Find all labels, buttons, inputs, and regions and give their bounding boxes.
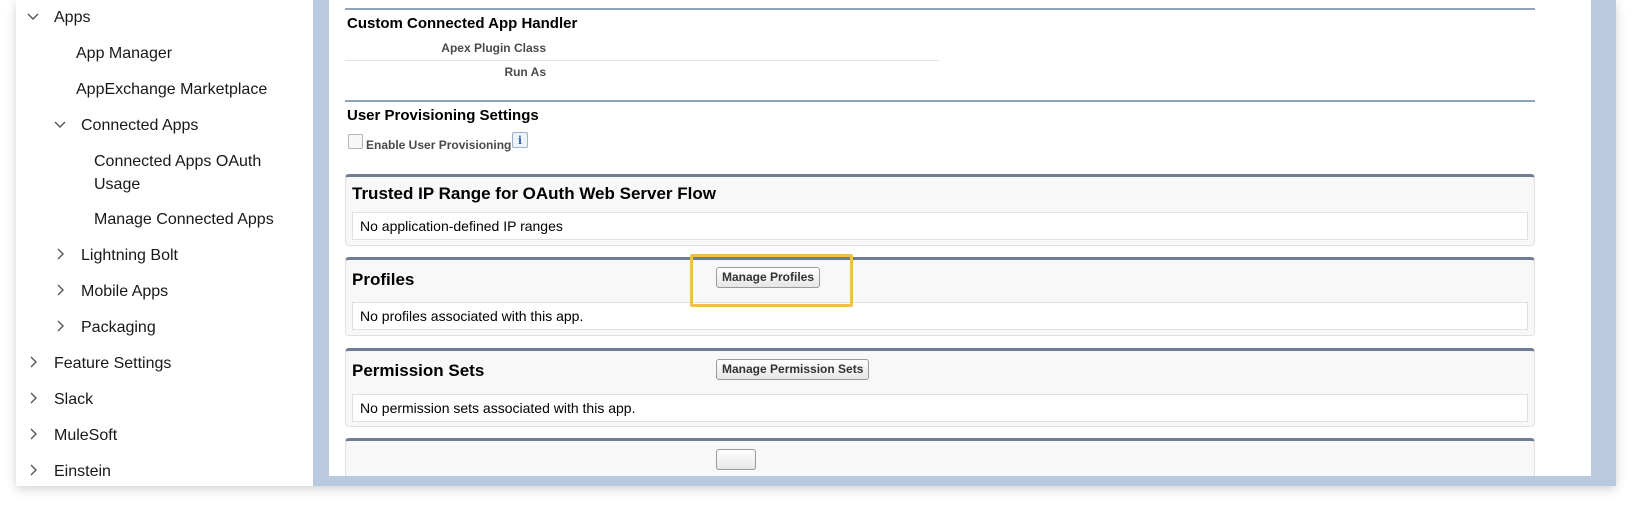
sidebar-item-label: Slack xyxy=(54,391,94,408)
sidebar-item-feature-settings[interactable]: Feature Settings xyxy=(26,352,171,382)
sidebar-item-lightning-bolt[interactable]: Lightning Bolt xyxy=(53,244,178,274)
sidebar-item-appexchange-marketplace[interactable]: AppExchange Marketplace xyxy=(76,78,267,108)
next-section-button[interactable] xyxy=(716,449,756,470)
manage-permission-sets-button[interactable]: Manage Permission Sets xyxy=(716,359,870,380)
run-as-label: Run As xyxy=(504,65,546,79)
profiles-title: Profiles xyxy=(352,270,415,289)
info-icon[interactable]: i xyxy=(512,132,528,148)
permission-sets-title: Permission Sets xyxy=(352,361,485,380)
chevron-right-icon[interactable] xyxy=(26,391,40,405)
sidebar-item-label: Connected Apps OAuth Usage xyxy=(94,153,262,193)
next-section-panel xyxy=(345,438,1535,476)
handler-section-title: Custom Connected App Handler xyxy=(347,15,578,32)
sidebar-item-packaging[interactable]: Packaging xyxy=(53,316,156,346)
sidebar-item-einstein[interactable]: Einstein xyxy=(26,460,111,486)
sidebar-item-label: Apps xyxy=(54,9,91,26)
sidebar-item-label: Lightning Bolt xyxy=(81,247,178,264)
profiles-empty-message: No profiles associated with this app. xyxy=(352,302,1528,330)
permission-sets-empty-message: No permission sets associated with this … xyxy=(352,394,1528,422)
trusted-ip-empty-message: No application-defined IP ranges xyxy=(352,212,1528,240)
chevron-right-icon[interactable] xyxy=(53,319,67,333)
sidebar-item-connected-apps-oauth-usage[interactable]: Connected Apps OAuth Usage xyxy=(94,150,289,196)
profiles-panel: Profiles Manage Profiles No profiles ass… xyxy=(345,257,1535,336)
chevron-right-icon[interactable] xyxy=(26,355,40,369)
row-divider xyxy=(345,60,939,61)
main-frame: Custom Connected App Handler Apex Plugin… xyxy=(313,0,1616,486)
manage-profiles-button[interactable]: Manage Profiles xyxy=(716,267,821,288)
chevron-right-icon[interactable] xyxy=(53,247,67,261)
sidebar-item-label: Mobile Apps xyxy=(81,283,169,300)
sidebar-item-manage-connected-apps[interactable]: Manage Connected Apps xyxy=(94,208,274,238)
sidebar-item-label: Packaging xyxy=(81,319,156,336)
sidebar-item-label: Manage Connected Apps xyxy=(94,211,274,228)
sidebar-item-connected-apps[interactable]: Connected Apps xyxy=(53,114,198,144)
section-divider xyxy=(345,8,1535,10)
setup-window: Apps App Manager AppExchange Marketplace… xyxy=(16,0,1616,486)
sidebar-item-mobile-apps[interactable]: Mobile Apps xyxy=(53,280,168,310)
connected-app-detail[interactable]: Custom Connected App Handler Apex Plugin… xyxy=(329,0,1591,476)
sidebar-item-label: Einstein xyxy=(54,463,111,480)
chevron-down-icon[interactable] xyxy=(26,9,40,23)
enable-user-provisioning-checkbox[interactable] xyxy=(348,134,363,149)
chevron-right-icon[interactable] xyxy=(53,283,67,297)
sidebar-item-slack[interactable]: Slack xyxy=(26,388,93,418)
sidebar-item-mulesoft[interactable]: MuleSoft xyxy=(26,424,117,454)
trusted-ip-title: Trusted IP Range for OAuth Web Server Fl… xyxy=(352,184,716,203)
chevron-down-icon[interactable] xyxy=(53,117,67,131)
chevron-right-icon[interactable] xyxy=(26,463,40,477)
sidebar-item-label: Feature Settings xyxy=(54,355,172,372)
provisioning-section-title: User Provisioning Settings xyxy=(347,107,539,124)
sidebar-item-label: App Manager xyxy=(76,45,173,62)
trusted-ip-panel: Trusted IP Range for OAuth Web Server Fl… xyxy=(345,174,1535,246)
chevron-right-icon[interactable] xyxy=(26,427,40,441)
enable-user-provisioning-label: Enable User Provisioning xyxy=(366,138,512,152)
permission-sets-panel: Permission Sets Manage Permission Sets N… xyxy=(345,348,1535,427)
sidebar-item-apps[interactable]: Apps xyxy=(26,6,90,36)
sidebar-item-label: AppExchange Marketplace xyxy=(76,81,268,98)
apex-plugin-class-label: Apex Plugin Class xyxy=(441,41,546,55)
setup-sidebar: Apps App Manager AppExchange Marketplace… xyxy=(16,0,313,486)
sidebar-item-app-manager[interactable]: App Manager xyxy=(76,42,172,72)
sidebar-item-label: Connected Apps xyxy=(81,117,199,134)
section-divider xyxy=(345,100,1535,102)
sidebar-item-label: MuleSoft xyxy=(54,427,118,444)
